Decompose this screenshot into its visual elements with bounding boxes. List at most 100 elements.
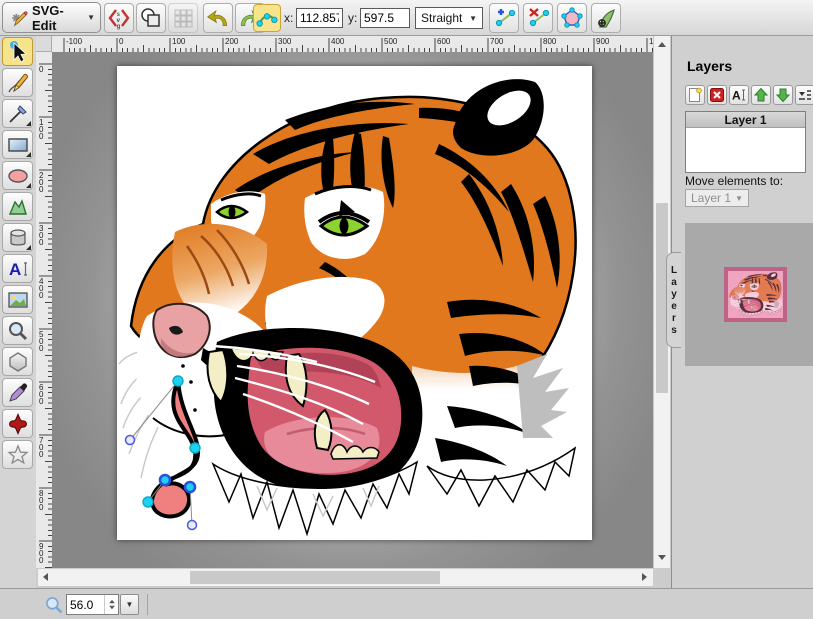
top-toolbar: SVG-Edit ▼ s v g — [0, 0, 813, 36]
tool-star[interactable] — [2, 440, 33, 469]
flyout-arrow-icon — [26, 245, 31, 250]
tool-rect[interactable] — [2, 130, 33, 159]
layer-menu-button[interactable] — [795, 85, 813, 105]
eyedropper-icon — [6, 381, 30, 405]
scroll-up-arrow[interactable] — [658, 42, 666, 47]
ruler-label: 0 — [39, 397, 44, 406]
delete-node-button[interactable] — [523, 3, 553, 33]
tool-polygon[interactable] — [2, 347, 33, 376]
scroll-right-arrow[interactable] — [642, 573, 647, 581]
tool-zoom[interactable] — [2, 316, 33, 345]
layers-panel-title: Layers — [687, 58, 732, 74]
status-bar: ▼ — [0, 588, 813, 619]
svg-text:g: g — [117, 24, 121, 30]
flyout-arrow-icon — [26, 152, 31, 157]
add-subpath-button[interactable] — [591, 3, 621, 33]
move-elements-value: Layer 1 — [691, 191, 731, 205]
main-menu-button[interactable]: SVG-Edit ▼ — [2, 2, 101, 33]
overlapping-shapes-icon — [139, 6, 163, 30]
ruler-label: 800 — [543, 37, 557, 46]
tool-select[interactable] — [2, 37, 33, 66]
horizontal-scroll-thumb[interactable] — [190, 571, 440, 584]
image-tool-icon — [6, 288, 30, 312]
tool-ellipse[interactable] — [2, 161, 33, 190]
tool-line[interactable] — [2, 99, 33, 128]
path-node[interactable] — [143, 497, 153, 507]
ruler-corner — [36, 36, 52, 52]
svg-text:A: A — [732, 89, 741, 103]
layer-down-icon — [775, 87, 791, 103]
layer-row[interactable]: Layer 1 — [686, 112, 805, 128]
move-elements-label: Move elements to: — [685, 174, 783, 188]
tool-ornament[interactable] — [2, 409, 33, 438]
path-control-point[interactable] — [188, 521, 197, 530]
layers-tab-letter: s — [671, 325, 677, 336]
new-layer-button[interactable] — [685, 85, 705, 105]
ruler-label: 200 — [225, 37, 239, 46]
flyout-arrow-icon — [26, 183, 31, 188]
edit-source-button[interactable]: s v g — [104, 3, 134, 33]
move-elements-select[interactable]: Layer 1 ▼ — [685, 189, 749, 207]
path-node-selected[interactable] — [160, 475, 170, 485]
zoom-tool-icon — [6, 319, 30, 343]
path-node-selected[interactable] — [185, 482, 195, 492]
scroll-left-arrow[interactable] — [43, 573, 48, 581]
zoom-level-input[interactable] — [67, 598, 104, 612]
tool-text[interactable]: A — [2, 254, 33, 283]
spinner-up-icon[interactable] — [109, 600, 115, 604]
zoom-presets-button[interactable]: ▼ — [120, 594, 139, 615]
ruler-label: 100 — [172, 37, 186, 46]
move-layer-up-button[interactable] — [751, 85, 771, 105]
tool-pencil[interactable] — [2, 68, 33, 97]
text-tool-icon: A — [6, 257, 30, 281]
pencil-icon — [6, 71, 30, 95]
ruler-label: 0 — [39, 132, 44, 141]
ruler-label: 400 — [331, 37, 345, 46]
ruler-label: 0 — [39, 65, 44, 74]
main-menu-label: SVG-Edit — [32, 3, 83, 33]
zoom-input-wrap — [66, 594, 119, 615]
delete-layer-button[interactable] — [707, 85, 727, 105]
move-layer-down-button[interactable] — [773, 85, 793, 105]
open-close-path-button[interactable] — [557, 3, 587, 33]
svg-edit-app: SVG-Edit ▼ s v g — [0, 0, 813, 619]
zoom-spinner[interactable] — [104, 595, 118, 614]
path-tool-icon — [6, 195, 30, 219]
x-coordinate-input[interactable] — [296, 8, 343, 28]
layers-panel: Layers A Layer 1 Move elements to: Layer… — [671, 36, 813, 588]
link-control-points-toggle[interactable] — [253, 4, 281, 32]
undo-icon — [205, 5, 231, 31]
tool-shapelib[interactable] — [2, 223, 33, 252]
path-node[interactable] — [173, 376, 183, 386]
layers-panel-tab[interactable]: Layers — [666, 252, 681, 348]
undo-button[interactable] — [203, 3, 233, 33]
chevron-down-icon: ▼ — [87, 13, 95, 22]
grid-icon — [171, 6, 195, 30]
y-coordinate-input[interactable] — [360, 8, 410, 28]
tool-path[interactable] — [2, 192, 33, 221]
scroll-down-arrow[interactable] — [658, 555, 666, 560]
rename-layer-button[interactable]: A — [729, 85, 749, 105]
segment-type-select[interactable]: Straight ▼ — [415, 7, 483, 29]
grid-button — [168, 3, 198, 33]
document-thumbnail — [724, 267, 787, 322]
path-control-point[interactable] — [126, 436, 135, 445]
ruler-label: 0 — [39, 185, 44, 194]
tool-image[interactable] — [2, 285, 33, 314]
path-node[interactable] — [190, 443, 200, 453]
layer-list[interactable]: Layer 1 — [685, 111, 806, 173]
wireframe-shapes-button[interactable] — [136, 3, 166, 33]
path-nodes-icon — [256, 7, 278, 29]
x-coordinate-label: x: — [284, 11, 293, 25]
ruler-label: 0 — [39, 238, 44, 247]
add-node-button[interactable] — [489, 3, 519, 33]
drawing-canvas[interactable] — [117, 66, 592, 540]
ornament-shape-icon — [6, 412, 30, 436]
tool-eyedropper[interactable] — [2, 378, 33, 407]
zoom-icon — [44, 595, 64, 615]
layer-menu-icon — [797, 87, 813, 103]
delete-node-icon — [526, 6, 550, 30]
layers-tab-letter: y — [671, 289, 677, 300]
horizontal-scrollbar[interactable] — [38, 569, 653, 586]
spinner-down-icon[interactable] — [109, 606, 115, 610]
